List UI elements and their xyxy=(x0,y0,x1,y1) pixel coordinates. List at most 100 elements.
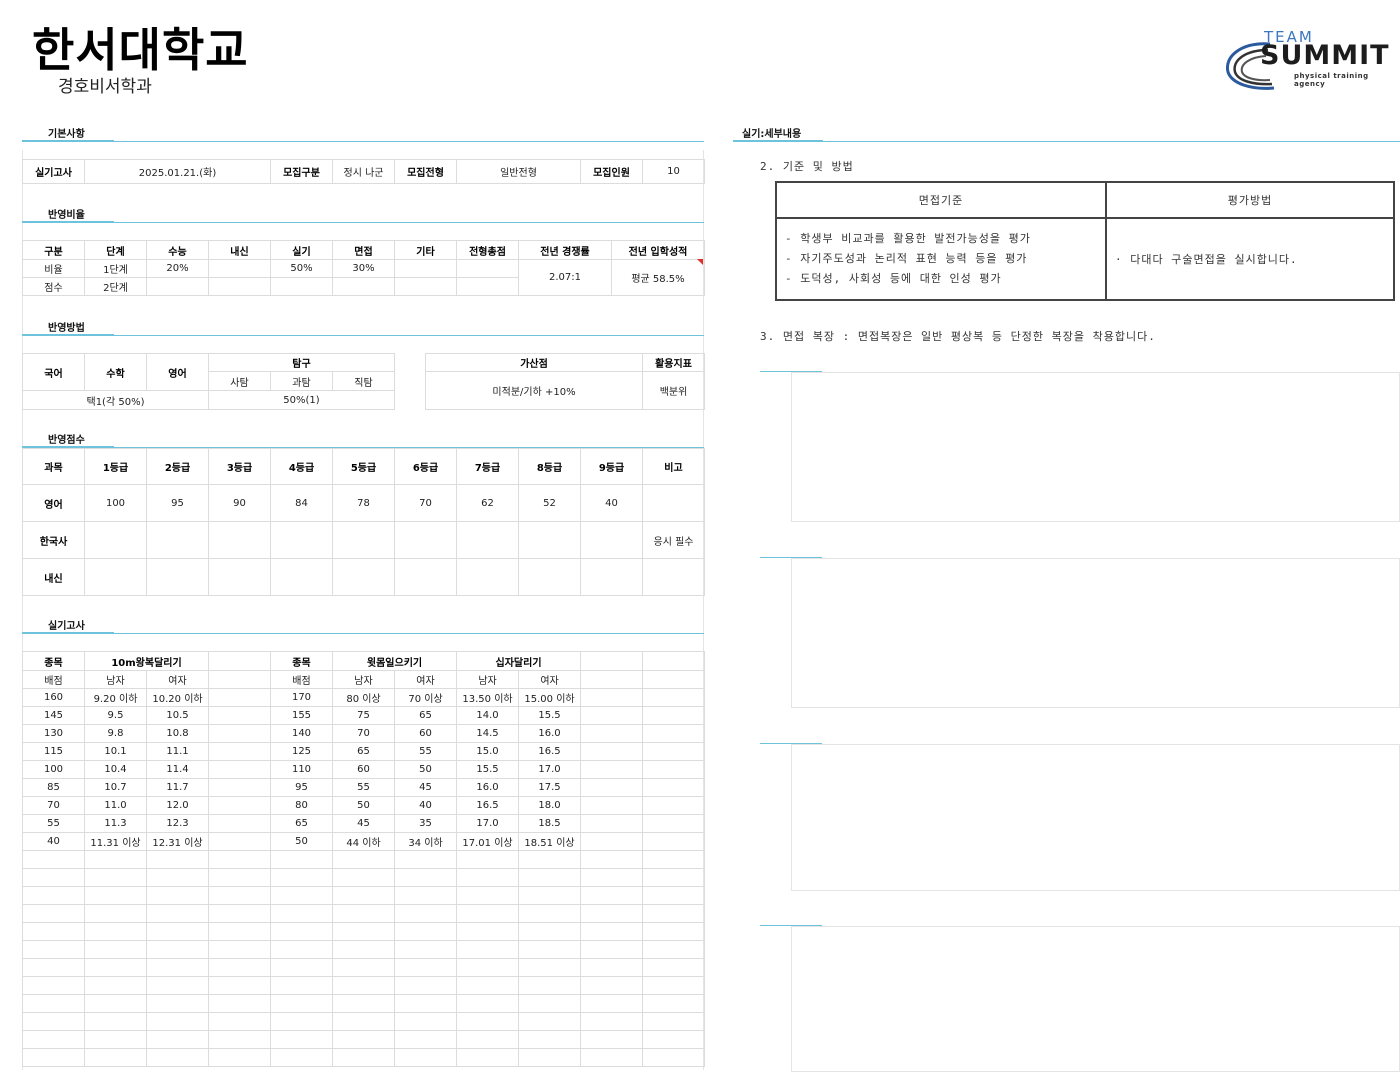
practical-cell: 10.20 이하 xyxy=(146,688,209,707)
practical-cell: 9.20 이하 xyxy=(84,688,147,707)
grade-cell xyxy=(580,521,643,559)
female-label: 여자 xyxy=(146,670,209,689)
practical-cell: 65 xyxy=(270,814,333,833)
practical-cell: 10.1 xyxy=(84,742,147,761)
ratio-cell xyxy=(394,277,457,296)
ratio-header: 수능 xyxy=(146,240,209,260)
practical-cell: 100 xyxy=(22,760,85,779)
empty-cell xyxy=(208,832,271,851)
logo-summit-text: SUMMIT xyxy=(1260,40,1390,71)
ratio-header: 단계 xyxy=(84,240,147,260)
bonus-label: 가산점 xyxy=(425,353,643,372)
empty-cell xyxy=(642,742,706,761)
empty-cell xyxy=(580,742,644,761)
practical-cell: 60 xyxy=(393,724,458,743)
practical-cell: 55 xyxy=(393,742,458,761)
ratio-cell: 2단계 xyxy=(84,277,147,296)
grade-cell: 100 xyxy=(84,484,147,522)
practical-cell: 14.5 xyxy=(456,724,520,743)
practical-cell: 45 xyxy=(393,778,458,797)
practical-cell: 16.5 xyxy=(518,742,582,761)
practical-cell: 70 이상 xyxy=(393,688,458,707)
grade-header: 7등급 xyxy=(456,448,519,485)
section-line xyxy=(22,222,704,223)
grade-cell: 52 xyxy=(518,484,581,522)
ratio-cell: 비율 xyxy=(22,259,85,278)
ratio-header: 내신 xyxy=(208,240,271,260)
grade-cell xyxy=(208,558,271,596)
practical-cell: 18.51 이상 xyxy=(518,832,582,851)
empty-cell xyxy=(642,670,706,689)
practical-cell: 16.0 xyxy=(518,724,582,743)
male-label: 남자 xyxy=(332,670,395,689)
ratio-cell xyxy=(456,277,519,296)
section-line xyxy=(22,335,704,336)
criteria-cell: - 학생부 비교과를 활용한 발전가능성을 평가 - 자기주도성과 논리적 표현… xyxy=(775,217,1107,301)
korean-label: 국어 xyxy=(22,353,85,391)
grade-header: 8등급 xyxy=(518,448,581,485)
empty-cell xyxy=(208,706,271,725)
empty-cell xyxy=(208,724,271,743)
ratio-cell: 50% xyxy=(270,259,333,278)
practical-cell: 44 이하 xyxy=(332,832,395,851)
grade-cell xyxy=(84,558,147,596)
practical-cell: 55 xyxy=(22,814,85,833)
grade-cell xyxy=(208,521,271,559)
section-tick xyxy=(22,140,114,142)
empty-cell xyxy=(642,688,706,707)
practical-cell: 13.50 이하 xyxy=(456,688,520,707)
event-cross-run: 십자달리기 xyxy=(456,651,582,671)
practical-cell: 11.1 xyxy=(146,742,209,761)
practical-cell: 50 xyxy=(270,832,333,851)
practical-cell: 110 xyxy=(270,760,333,779)
ratio-header: 전형총점 xyxy=(456,240,519,260)
score-label: 배점 xyxy=(270,670,333,689)
section-tick xyxy=(733,140,823,142)
practical-cell: 40 xyxy=(22,832,85,851)
grade-header: 6등급 xyxy=(394,448,457,485)
practical-cell: 18.5 xyxy=(518,814,582,833)
grade-cell: 84 xyxy=(270,484,333,522)
math-label: 수학 xyxy=(84,353,147,391)
practical-cell: 130 xyxy=(22,724,85,743)
female-label: 여자 xyxy=(393,670,458,689)
index-value: 백분위 xyxy=(642,371,705,410)
practical-cell: 145 xyxy=(22,706,85,725)
grade-subject: 한국사 xyxy=(22,521,85,559)
practical-cell: 11.0 xyxy=(84,796,147,815)
practical-cell: 34 이하 xyxy=(393,832,458,851)
practical-cell: 16.5 xyxy=(456,796,520,815)
ratio-header: 전년 입학성적 xyxy=(611,240,705,260)
ratio-cell: 점수 xyxy=(22,277,85,296)
image-placeholder xyxy=(791,372,1400,522)
grade-cell: 62 xyxy=(456,484,519,522)
team-summit-logo: TEAM SUMMIT physical training agency xyxy=(1222,28,1400,94)
practical-cell: 12.3 xyxy=(146,814,209,833)
english-label: 영어 xyxy=(146,353,209,391)
section-title-practical: 실기고사 xyxy=(48,621,85,632)
grade-note xyxy=(642,484,705,522)
grade-cell xyxy=(394,521,457,559)
practical-cell: 11.3 xyxy=(84,814,147,833)
grade-cell xyxy=(146,521,209,559)
empty-cell xyxy=(642,778,706,797)
rec-type-label: 모집구분 xyxy=(270,159,333,184)
ratio-cell: 30% xyxy=(332,259,395,278)
practical-cell: 115 xyxy=(22,742,85,761)
method-table: 국어 수학 영어 탐구 사탐 과탐 직탐 택1(각 50%) 50%(1) xyxy=(22,353,396,410)
empty-cell xyxy=(642,724,706,743)
section-line xyxy=(733,141,1400,142)
practical-cell: 80 xyxy=(270,796,333,815)
practical-cell: 50 xyxy=(332,796,395,815)
empty-cell xyxy=(580,760,644,779)
empty-cell xyxy=(580,832,644,851)
ratio-cell: 20% xyxy=(146,259,209,278)
event-situps: 윗몸일으키기 xyxy=(331,651,458,671)
practical-cell: 15.5 xyxy=(518,706,582,725)
grade-cell xyxy=(518,558,581,596)
section-title-basic: 기본사항 xyxy=(48,129,85,140)
grade-header: 과목 xyxy=(22,448,85,485)
grade-table: 과목 1등급 2등급 3등급 4등급 5등급 6등급 7등급 8등급 9등급 비… xyxy=(22,448,705,596)
quota: 10 xyxy=(642,159,705,184)
grade-header: 9등급 xyxy=(580,448,643,485)
